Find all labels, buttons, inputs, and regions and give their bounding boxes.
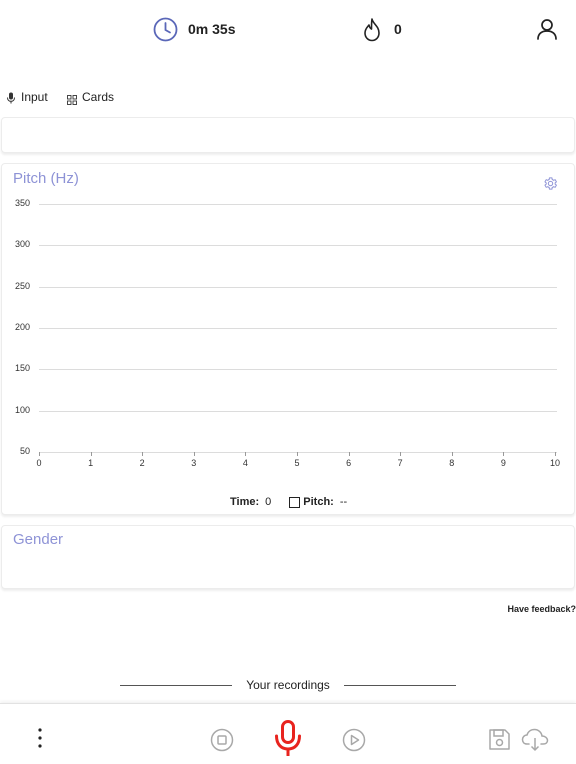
feedback-link[interactable]: Have feedback? bbox=[507, 604, 576, 614]
x-tick-label: 2 bbox=[139, 458, 145, 468]
save-button[interactable] bbox=[488, 728, 511, 751]
x-tick-label: 9 bbox=[500, 458, 506, 468]
x-tick-label: 5 bbox=[294, 458, 300, 468]
user-icon[interactable] bbox=[535, 17, 559, 41]
recordings-heading: Your recordings bbox=[246, 678, 330, 692]
pitch-chart: 350 300 250 200 150 100 50 0 1 2 3 4 5 6 7 8 9 10 bbox=[2, 194, 574, 479]
play-button[interactable] bbox=[342, 728, 366, 752]
y-tick-label: 50 bbox=[19, 446, 30, 456]
microphone-icon bbox=[6, 91, 16, 104]
waveform-logo-icon[interactable] bbox=[8, 10, 48, 48]
grid-line bbox=[39, 369, 557, 371]
pitch-card: Pitch (Hz) 350 300 250 200 150 100 50 01234567… bbox=[1, 163, 575, 515]
more-vertical-icon[interactable] bbox=[33, 727, 47, 751]
play-icon bbox=[342, 728, 366, 756]
pitch-legend-box[interactable] bbox=[289, 496, 301, 508]
x-tick-mark bbox=[39, 452, 40, 456]
pitch-readout: Time: 0 Pitch: -- bbox=[230, 495, 347, 509]
recordings-divider-right bbox=[344, 685, 456, 686]
stop-button[interactable] bbox=[210, 728, 234, 752]
x-tick-label: 4 bbox=[242, 458, 248, 468]
stop-icon bbox=[210, 728, 234, 756]
x-tick-mark bbox=[348, 452, 350, 456]
x-tick-label: 3 bbox=[191, 458, 197, 468]
cloud-download-button[interactable] bbox=[521, 728, 549, 752]
x-tick-label: 1 bbox=[88, 458, 94, 468]
tab-cards[interactable]: Cards bbox=[67, 88, 114, 106]
app-header: 0m 35s 0 bbox=[0, 0, 576, 62]
tab-input[interactable]: Input bbox=[6, 88, 48, 106]
x-tick-mark bbox=[193, 452, 195, 456]
cloud-download-icon bbox=[521, 728, 549, 756]
flame-icon bbox=[361, 17, 383, 42]
grid-line bbox=[39, 245, 557, 247]
y-tick-label: 200 bbox=[14, 322, 30, 332]
x-tick-label: 8 bbox=[449, 458, 455, 468]
x-tick-mark bbox=[142, 452, 144, 456]
x-tick-mark bbox=[245, 452, 247, 456]
x-tick-mark bbox=[503, 452, 505, 456]
grid-line bbox=[39, 204, 557, 205]
grid-line bbox=[39, 452, 557, 453]
y-tick-label: 150 bbox=[14, 363, 30, 374]
timer-value: 0m 35s bbox=[188, 21, 236, 37]
pitch-label: Pitch: bbox=[303, 496, 334, 508]
streak-counter: 0 bbox=[361, 16, 402, 42]
grid-line bbox=[39, 286, 557, 288]
grid-icon bbox=[67, 92, 77, 105]
clock-icon bbox=[153, 17, 178, 42]
session-timer: 0m 35s bbox=[153, 16, 235, 42]
save-icon bbox=[488, 729, 511, 755]
x-tick-mark bbox=[90, 452, 92, 456]
pitch-value: -- bbox=[339, 496, 348, 508]
y-tick-label: 350 bbox=[14, 198, 30, 208]
gender-card-title: Gender bbox=[13, 531, 64, 548]
recordings-divider-left bbox=[120, 685, 232, 686]
grid-line bbox=[39, 328, 557, 329]
x-tick-label: 0 bbox=[36, 458, 42, 468]
microphone-icon bbox=[274, 720, 302, 762]
x-tick-label: 7 bbox=[397, 458, 403, 468]
y-tick-label: 250 bbox=[14, 280, 30, 291]
x-tick-mark bbox=[555, 452, 556, 456]
x-tick-label: 6 bbox=[346, 458, 352, 468]
pitch-card-title: Pitch (Hz) bbox=[13, 170, 79, 187]
streak-value: 0 bbox=[394, 21, 402, 37]
record-button[interactable] bbox=[274, 720, 302, 758]
time-label: Time: bbox=[230, 496, 260, 508]
input-card bbox=[1, 117, 575, 153]
x-tick-label: 10 bbox=[549, 458, 560, 468]
bottom-toolbar bbox=[0, 703, 576, 764]
y-tick-label: 300 bbox=[14, 239, 30, 250]
x-tick-mark bbox=[451, 452, 453, 456]
gear-icon[interactable] bbox=[543, 176, 558, 191]
grid-line bbox=[39, 410, 557, 412]
tab-input-label: Input bbox=[21, 90, 48, 104]
x-tick-mark bbox=[297, 452, 298, 456]
tab-cards-label: Cards bbox=[82, 90, 115, 104]
time-value: 0 bbox=[265, 496, 272, 508]
x-tick-mark bbox=[400, 452, 402, 456]
gender-card: Gender bbox=[1, 525, 575, 589]
y-tick-label: 100 bbox=[14, 404, 30, 415]
